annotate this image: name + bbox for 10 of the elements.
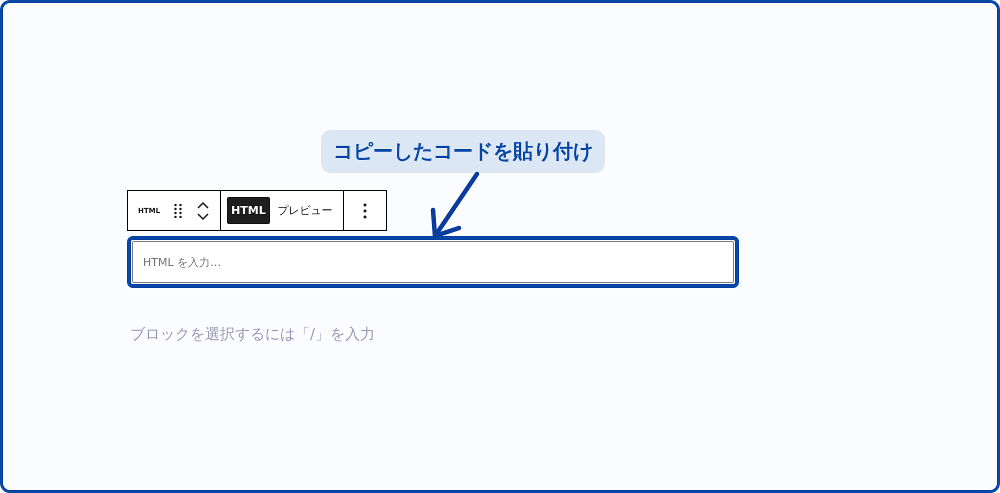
mode-tab[interactable]: プレビュー [274,196,337,225]
mode-tab[interactable]: HTML [227,197,270,224]
block-hint-text: ブロックを選択するには「/」を入力 [130,325,376,344]
move-down-icon[interactable] [196,212,210,222]
move-up-icon[interactable] [196,200,210,210]
arrow [430,172,480,238]
more-options-icon[interactable] [362,202,367,218]
callout-label: コピーしたコードを貼り付け [321,130,605,173]
drag-handle-icon[interactable] [174,204,182,218]
html-input-field[interactable]: HTML を入力… [127,236,739,288]
